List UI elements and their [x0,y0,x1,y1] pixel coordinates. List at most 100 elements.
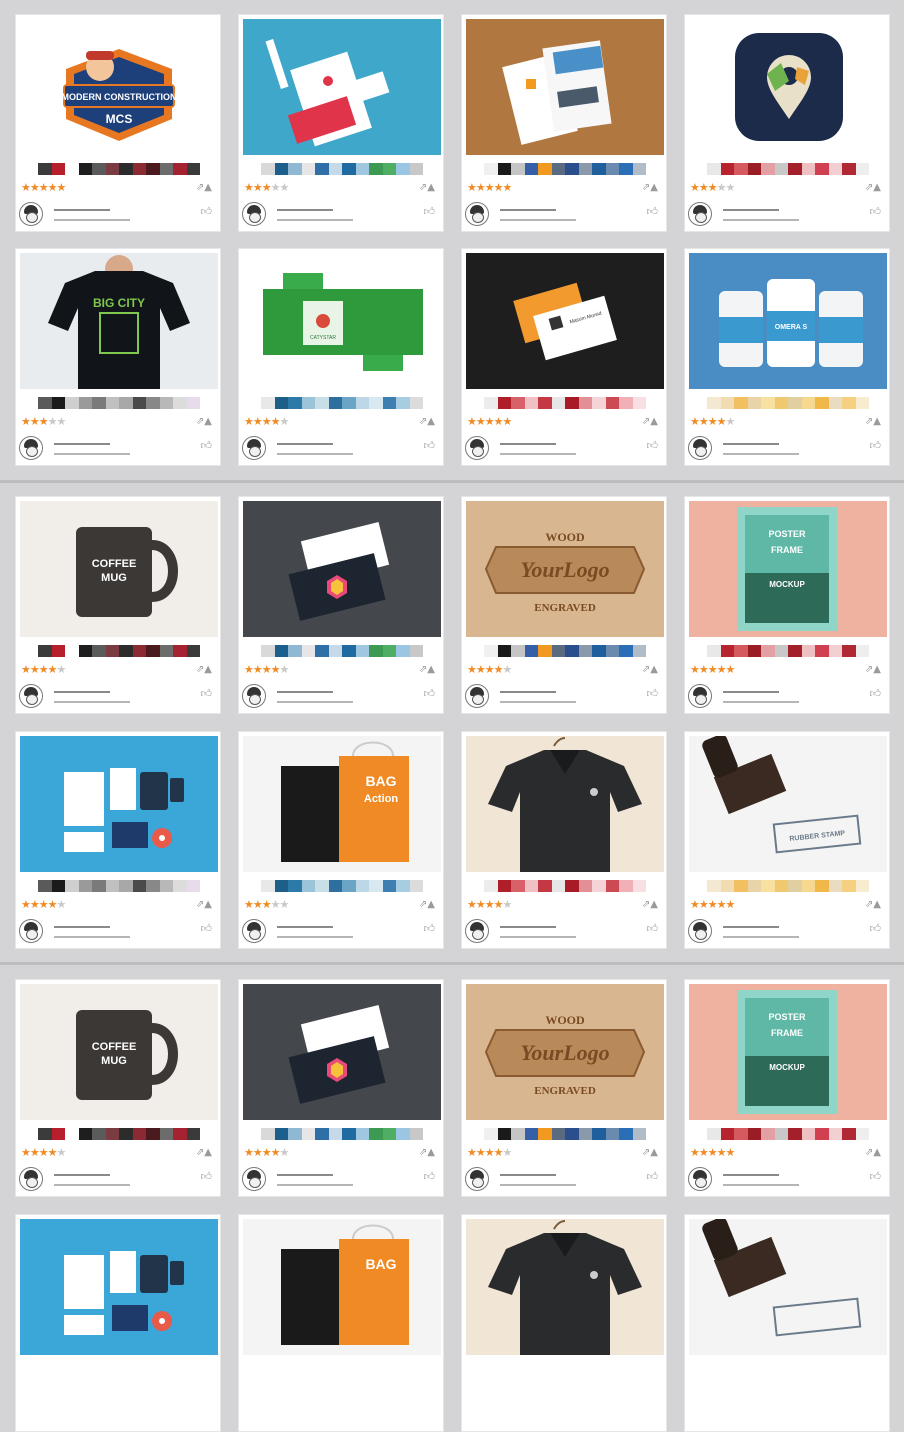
user-avatar[interactable] [465,202,489,226]
mockup-thumbnail[interactable]: OMERA S [689,253,887,389]
star-rating[interactable]: ★★★★★ [690,416,735,428]
mockup-card[interactable]: COFFEE MUG ★★★★★ ⇗▲ 👍︎ [15,496,221,714]
mockup-card[interactable]: RUBBER STAMP ★★★★★ ⇗▲ 👍︎ [684,731,890,949]
star-rating[interactable]: ★★★★★ [467,664,512,676]
thumbs-up-icon[interactable]: 👍︎ [424,439,436,452]
mockup-thumbnail[interactable] [243,501,441,637]
mockup-card[interactable] [461,1214,667,1432]
mockup-thumbnail[interactable]: POSTER FRAME MOCKUP [689,984,887,1120]
mockup-card[interactable]: POSTER FRAME MOCKUP ★★★★★ ⇗▲ 👍︎ [684,496,890,714]
report-icon[interactable]: ▲ [427,182,435,193]
star-rating[interactable]: ★★★★★ [690,182,735,194]
star-rating[interactable]: ★★★★★ [21,899,66,911]
mockup-thumbnail[interactable] [20,1219,218,1355]
report-icon[interactable]: ▲ [873,1147,881,1158]
user-avatar[interactable] [688,684,712,708]
report-icon[interactable]: ▲ [204,664,212,675]
thumbs-up-icon[interactable]: 👍︎ [647,439,659,452]
user-avatar[interactable] [19,1167,43,1191]
star-rating[interactable]: ★★★★★ [244,664,289,676]
mockup-thumbnail[interactable]: CATYSTAR [243,253,441,389]
user-avatar[interactable] [688,436,712,460]
star-rating[interactable]: ★★★★★ [244,416,289,428]
user-avatar[interactable] [19,919,43,943]
mockup-card[interactable]: MODERN CONSTRUCTION MCS ★★★★★ ⇗▲ 👍︎ [15,14,221,232]
mockup-card[interactable] [15,1214,221,1432]
mockup-card[interactable]: WOOD YourLogo ENGRAVED ★★★★★ ⇗▲ 👍︎ [461,496,667,714]
mockup-card[interactable]: ★★★★★ ⇗▲ 👍︎ [238,979,444,1197]
mockup-thumbnail[interactable] [466,736,664,872]
thumbs-up-icon[interactable]: 👍︎ [201,205,213,218]
thumbs-up-icon[interactable]: 👍︎ [870,922,882,935]
star-rating[interactable]: ★★★★★ [21,664,66,676]
star-rating[interactable]: ★★★★★ [690,899,735,911]
report-icon[interactable]: ▲ [650,182,658,193]
mockup-thumbnail[interactable]: COFFEE MUG [20,501,218,637]
mockup-thumbnail[interactable]: RUBBER STAMP [689,736,887,872]
thumbs-up-icon[interactable]: 👍︎ [647,922,659,935]
mockup-thumbnail[interactable]: Masum Mursid [466,253,664,389]
mockup-card[interactable] [684,1214,890,1432]
mockup-card[interactable]: OMERA S ★★★★★ ⇗▲ 👍︎ [684,248,890,466]
mockup-thumbnail[interactable] [689,19,887,155]
star-rating[interactable]: ★★★★★ [21,416,66,428]
user-avatar[interactable] [19,202,43,226]
star-rating[interactable]: ★★★★★ [690,1147,735,1159]
mockup-card[interactable]: ★★★★★ ⇗▲ 👍︎ [238,14,444,232]
mockup-thumbnail[interactable]: COFFEE MUG [20,984,218,1120]
mockup-card[interactable]: BAG [238,1214,444,1432]
mockup-card[interactable]: CATYSTAR ★★★★★ ⇗▲ 👍︎ [238,248,444,466]
thumbs-up-icon[interactable]: 👍︎ [647,1170,659,1183]
mockup-card[interactable]: Masum Mursid ★★★★★ ⇗▲ 👍︎ [461,248,667,466]
user-avatar[interactable] [242,684,266,708]
report-icon[interactable]: ▲ [427,416,435,427]
report-icon[interactable]: ▲ [650,664,658,675]
thumbs-up-icon[interactable]: 👍︎ [424,687,436,700]
mockup-card[interactable]: ★★★★★ ⇗▲ 👍︎ [15,731,221,949]
star-rating[interactable]: ★★★★★ [467,416,512,428]
report-icon[interactable]: ▲ [427,1147,435,1158]
mockup-thumbnail[interactable] [466,19,664,155]
user-avatar[interactable] [465,1167,489,1191]
star-rating[interactable]: ★★★★★ [467,182,512,194]
report-icon[interactable]: ▲ [873,182,881,193]
user-avatar[interactable] [19,684,43,708]
thumbs-up-icon[interactable]: 👍︎ [201,922,213,935]
star-rating[interactable]: ★★★★★ [244,1147,289,1159]
thumbs-up-icon[interactable]: 👍︎ [424,1170,436,1183]
report-icon[interactable]: ▲ [873,664,881,675]
user-avatar[interactable] [688,202,712,226]
thumbs-up-icon[interactable]: 👍︎ [647,205,659,218]
report-icon[interactable]: ▲ [650,899,658,910]
mockup-card[interactable]: BAG Action ★★★★★ ⇗▲ 👍︎ [238,731,444,949]
user-avatar[interactable] [19,436,43,460]
star-rating[interactable]: ★★★★★ [467,1147,512,1159]
thumbs-up-icon[interactable]: 👍︎ [201,439,213,452]
user-avatar[interactable] [242,919,266,943]
mockup-card[interactable]: WOOD YourLogo ENGRAVED ★★★★★ ⇗▲ 👍︎ [461,979,667,1197]
thumbs-up-icon[interactable]: 👍︎ [424,922,436,935]
user-avatar[interactable] [465,919,489,943]
mockup-card[interactable]: COFFEE MUG ★★★★★ ⇗▲ 👍︎ [15,979,221,1197]
star-rating[interactable]: ★★★★★ [244,182,289,194]
mockup-thumbnail[interactable] [689,1219,887,1355]
report-icon[interactable]: ▲ [204,899,212,910]
mockup-card[interactable]: ★★★★★ ⇗▲ 👍︎ [238,496,444,714]
mockup-thumbnail[interactable] [243,984,441,1120]
report-icon[interactable]: ▲ [873,899,881,910]
user-avatar[interactable] [242,1167,266,1191]
user-avatar[interactable] [465,436,489,460]
mockup-thumbnail[interactable] [243,19,441,155]
report-icon[interactable]: ▲ [873,416,881,427]
mockup-thumbnail[interactable]: POSTER FRAME MOCKUP [689,501,887,637]
thumbs-up-icon[interactable]: 👍︎ [201,1170,213,1183]
report-icon[interactable]: ▲ [650,1147,658,1158]
star-rating[interactable]: ★★★★★ [690,664,735,676]
mockup-thumbnail[interactable]: WOOD YourLogo ENGRAVED [466,984,664,1120]
user-avatar[interactable] [688,1167,712,1191]
report-icon[interactable]: ▲ [427,664,435,675]
user-avatar[interactable] [242,202,266,226]
report-icon[interactable]: ▲ [204,1147,212,1158]
report-icon[interactable]: ▲ [204,182,212,193]
mockup-card[interactable]: ★★★★★ ⇗▲ 👍︎ [461,731,667,949]
